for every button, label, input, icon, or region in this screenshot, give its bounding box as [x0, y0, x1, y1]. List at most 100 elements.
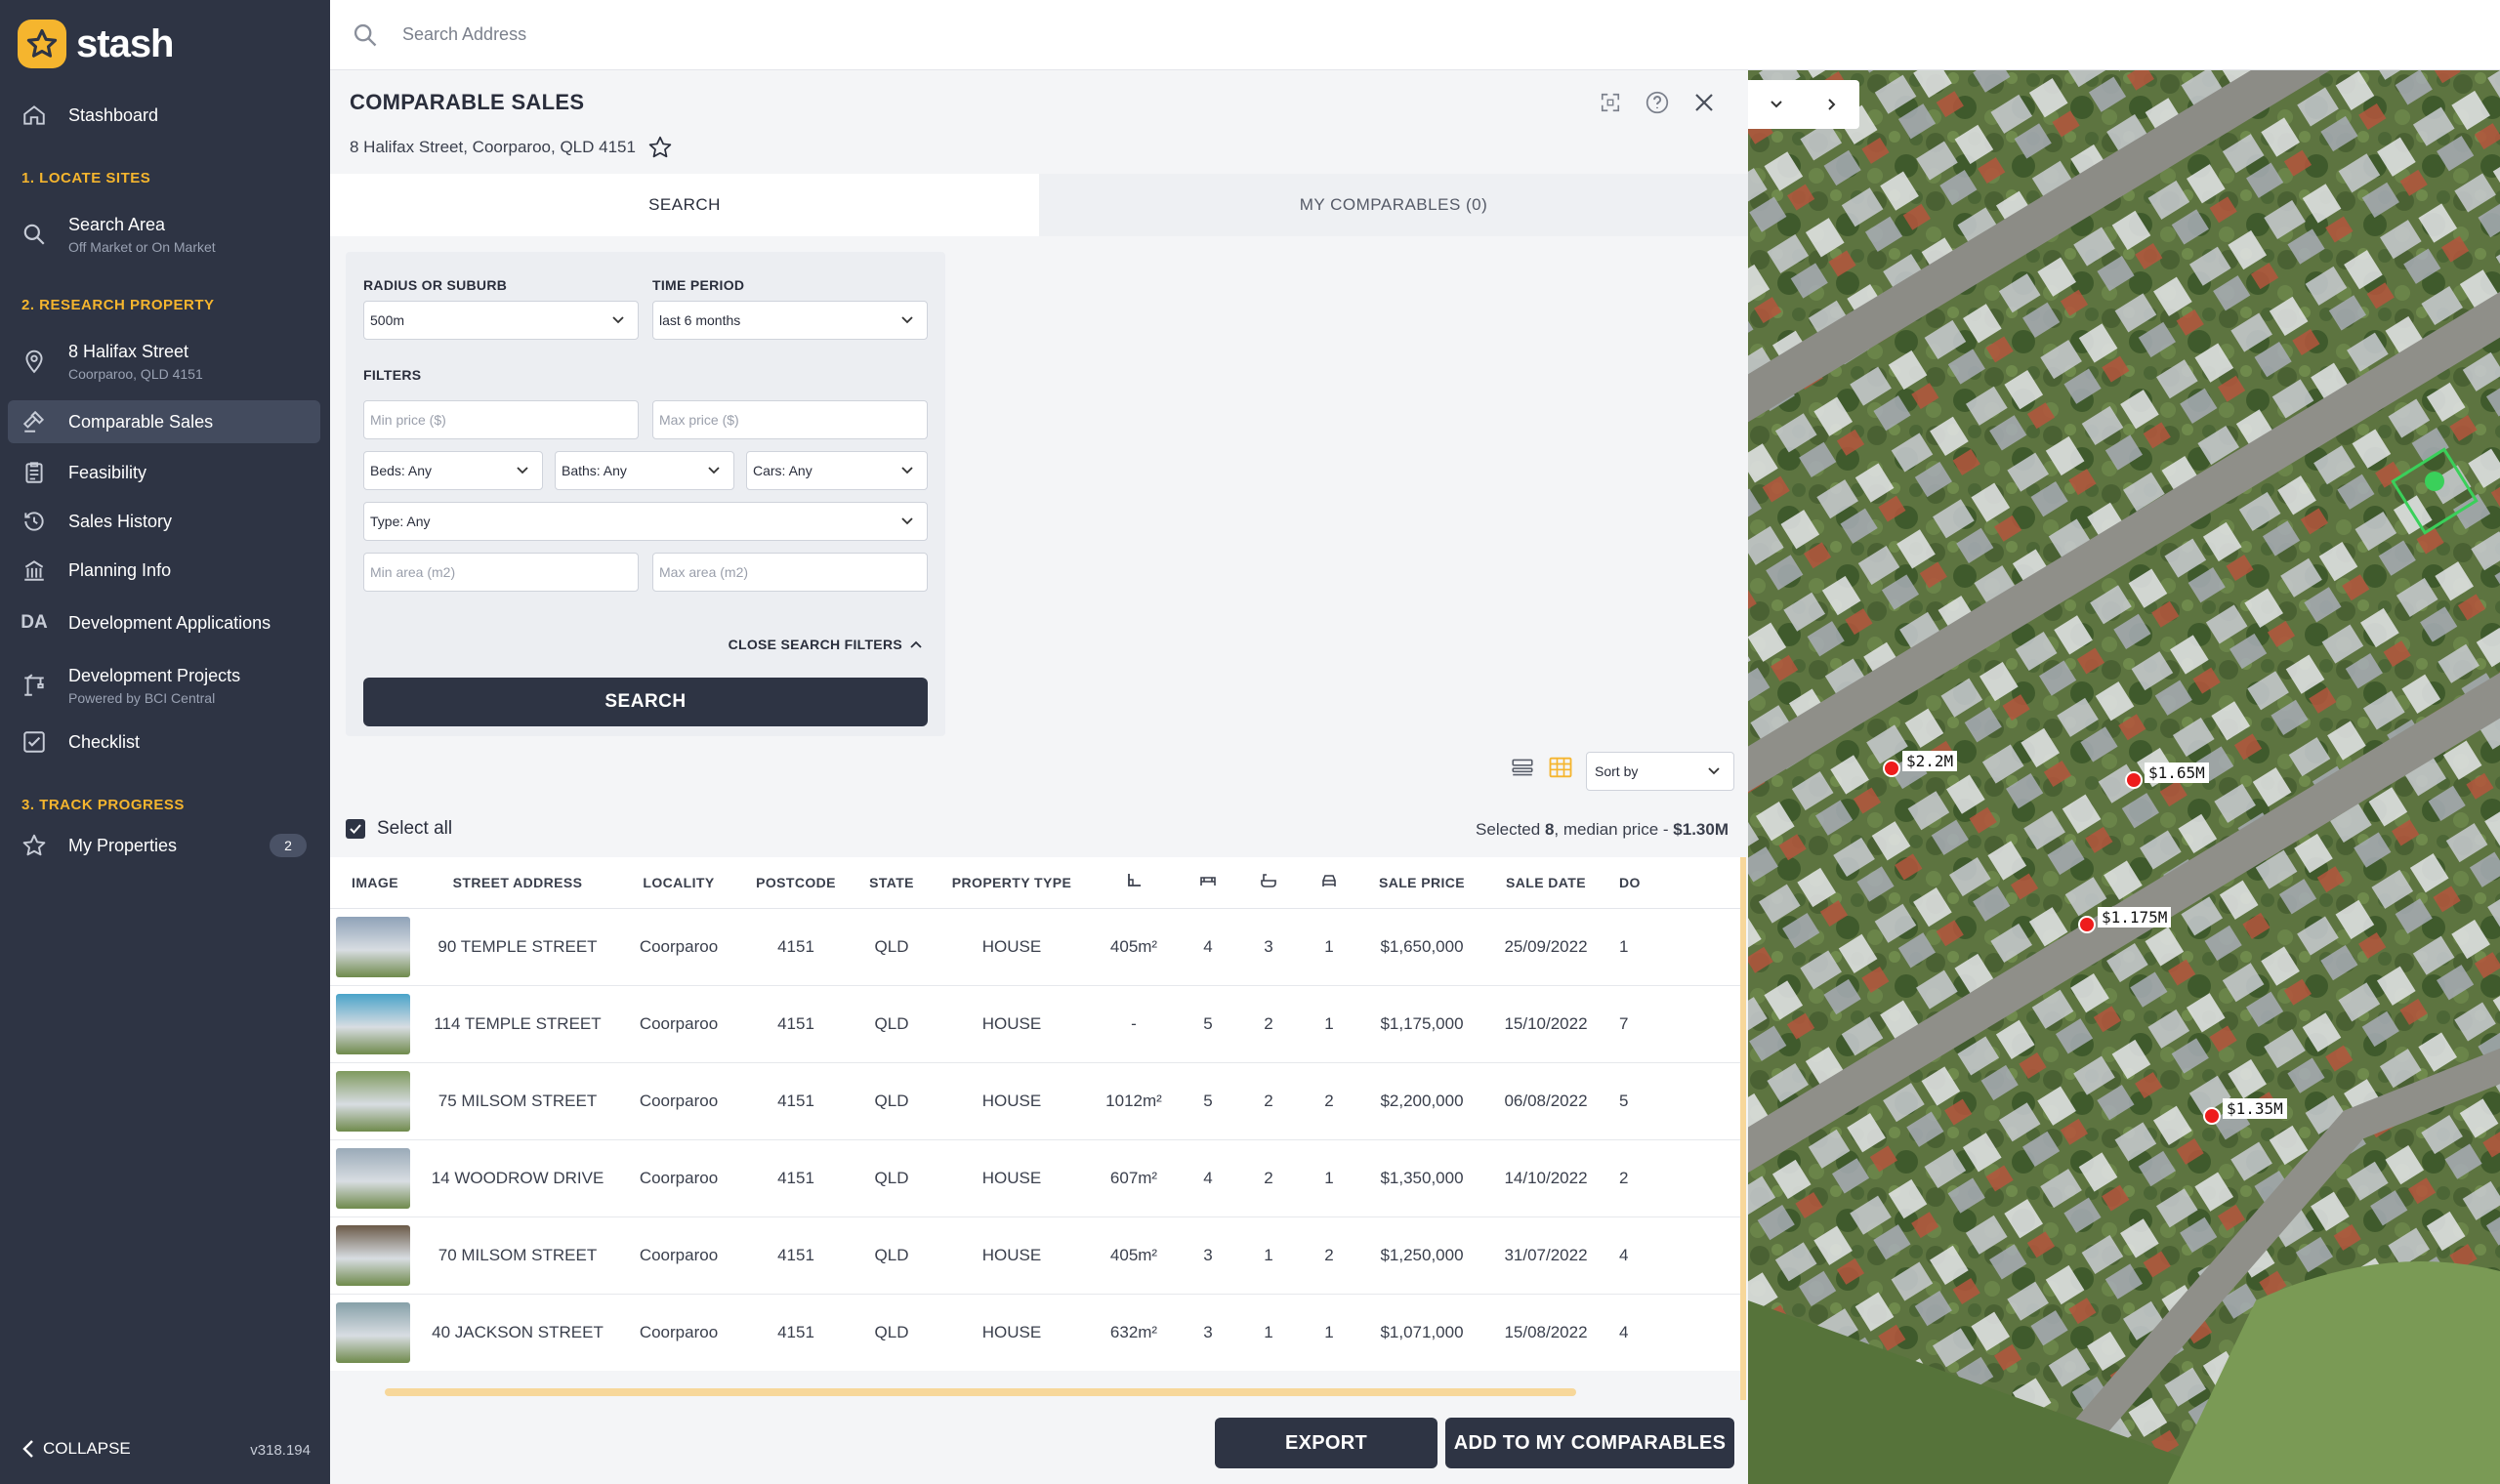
- collapse-button[interactable]: COLLAPSE: [21, 1439, 131, 1459]
- chevron-down-icon: [901, 467, 913, 474]
- search-button[interactable]: SEARCH: [363, 678, 928, 726]
- logo[interactable]: stash: [18, 20, 174, 68]
- cell-state: QLD: [850, 985, 934, 1063]
- col-property-type[interactable]: PROPERTY TYPE: [934, 857, 1090, 909]
- sidebar-item-my-properties[interactable]: My Properties 2: [8, 824, 320, 867]
- sidebar-item-planning-info[interactable]: Planning Info: [8, 549, 320, 592]
- cell-do: 4: [1607, 1294, 1746, 1371]
- horizontal-scrollbar[interactable]: [385, 1388, 1576, 1396]
- col-cars[interactable]: [1299, 857, 1359, 909]
- time-period-value: last 6 months: [659, 312, 741, 328]
- clipboard-icon: [18, 456, 51, 489]
- col-sale-price[interactable]: SALE PRICE: [1359, 857, 1484, 909]
- max-price-input[interactable]: Max price ($): [652, 400, 928, 439]
- tab-search[interactable]: SEARCH: [330, 174, 1039, 236]
- cell-street-address: 40 JACKSON STREET: [420, 1294, 615, 1371]
- property-thumbnail[interactable]: [336, 1224, 410, 1286]
- sidebar-item-development-projects[interactable]: Development Projects Powered by BCI Cent…: [8, 658, 320, 713]
- logo-text: stash: [76, 21, 174, 65]
- col-sale-date[interactable]: SALE DATE: [1484, 857, 1607, 909]
- price-pin[interactable]: $1.65M: [2125, 762, 2209, 789]
- property-thumbnail[interactable]: [336, 1301, 410, 1363]
- chevron-right-icon[interactable]: [1822, 95, 1842, 114]
- median-price: $1.30M: [1673, 820, 1729, 839]
- price-pin[interactable]: $1.175M: [2078, 906, 2172, 933]
- sidebar-item-comparable-sales[interactable]: Comparable Sales: [8, 400, 320, 443]
- col-state[interactable]: STATE: [850, 857, 934, 909]
- sort-by-select[interactable]: Sort by: [1586, 752, 1734, 791]
- property-thumbnail[interactable]: [336, 916, 410, 977]
- cell-locality: Coorparoo: [615, 1139, 742, 1217]
- comparable-sales-panel: COMPARABLE SALES 8 Halifax Street, Coorp…: [330, 70, 1748, 1484]
- col-beds[interactable]: [1178, 857, 1238, 909]
- satellite-map[interactable]: $2.2M $1.65M $1.175M $1.35M: [1748, 70, 2500, 1484]
- pin-marker: [2078, 916, 2096, 933]
- beds-select[interactable]: Beds: Any: [363, 451, 543, 490]
- sidebar-item-stashboard[interactable]: Stashboard: [8, 94, 320, 137]
- vertical-scrollbar[interactable]: [1740, 857, 1746, 1400]
- sidebar-item-development-applications[interactable]: DA Development Applications: [8, 601, 320, 644]
- select-all-checkbox[interactable]: Select all: [346, 818, 452, 840]
- list-view-icon[interactable]: [1510, 755, 1535, 785]
- map-controls: [1748, 80, 1859, 129]
- chevron-down-icon: [612, 316, 624, 324]
- table-row[interactable]: 114 TEMPLE STREET Coorparoo 4151 QLD HOUSE -5…: [330, 985, 1746, 1063]
- help-icon[interactable]: [1643, 88, 1672, 117]
- col-land-area[interactable]: [1090, 857, 1178, 909]
- cell-image: [330, 1216, 420, 1295]
- col-locality[interactable]: LOCALITY: [615, 857, 742, 909]
- expand-icon[interactable]: [1596, 88, 1625, 117]
- table-row[interactable]: 14 WOODROW DRIVE Coorparoo 4151 QLD HOUSE 607…: [330, 1139, 1746, 1217]
- col-baths[interactable]: [1238, 857, 1299, 909]
- property-thumbnail[interactable]: [336, 1147, 410, 1209]
- star-outline-icon[interactable]: [647, 135, 673, 160]
- close-icon[interactable]: [1689, 88, 1719, 117]
- close-search-filters-button[interactable]: CLOSE SEARCH FILTERS: [729, 637, 924, 652]
- price-pin[interactable]: $2.2M: [1883, 750, 1958, 777]
- table-row[interactable]: 40 JACKSON STREET Coorparoo 4151 QLD HOUSE 63…: [330, 1294, 1746, 1371]
- pin-price-label: $1.65M: [2145, 762, 2209, 783]
- col-do[interactable]: DO: [1607, 857, 1746, 909]
- table-view-icon[interactable]: [1547, 754, 1574, 786]
- baths-select[interactable]: Baths: Any: [555, 451, 734, 490]
- collapse-label: COLLAPSE: [43, 1439, 131, 1458]
- sidebar-item-search-area[interactable]: Search Area Off Market or On Market: [8, 207, 320, 262]
- table-row[interactable]: 75 MILSOM STREET Coorparoo 4151 QLD HOUSE 101…: [330, 1062, 1746, 1140]
- min-price-input[interactable]: Min price ($): [363, 400, 639, 439]
- radius-select[interactable]: 500m: [363, 301, 639, 340]
- max-area-input[interactable]: Max area (m2): [652, 553, 928, 592]
- price-pin[interactable]: $1.35M: [2203, 1097, 2287, 1125]
- pin-price-label: $1.35M: [2223, 1097, 2287, 1119]
- time-period-label: TIME PERIOD: [652, 277, 745, 293]
- chevron-down-icon[interactable]: [1767, 95, 1786, 114]
- min-area-input[interactable]: Min area (m2): [363, 553, 639, 592]
- cars-value: Cars: Any: [753, 463, 812, 478]
- chevron-left-icon: [22, 1440, 33, 1458]
- col-postcode[interactable]: POSTCODE: [742, 857, 850, 909]
- sidebar-item-feasibility[interactable]: Feasibility: [8, 451, 320, 494]
- property-thumbnail[interactable]: [336, 1070, 410, 1132]
- sidebar-item-checklist[interactable]: Checklist: [8, 721, 320, 763]
- tab-my-comparables[interactable]: MY COMPARABLES (0): [1039, 174, 1748, 236]
- table-row[interactable]: 70 MILSOM STREET Coorparoo 4151 QLD HOUSE 405…: [330, 1216, 1746, 1295]
- sort-by-value: Sort by: [1595, 763, 1639, 779]
- search-address-input[interactable]: [402, 24, 1184, 45]
- time-period-select[interactable]: last 6 months: [652, 301, 928, 340]
- col-street-address[interactable]: STREET ADDRESS: [420, 857, 615, 909]
- add-to-my-comparables-button[interactable]: ADD TO MY COMPARABLES: [1445, 1418, 1734, 1468]
- cell-property-type: HOUSE: [934, 1139, 1090, 1217]
- sidebar-item-sublabel: Powered by BCI Central: [68, 689, 216, 706]
- type-select[interactable]: Type: Any: [363, 502, 928, 541]
- sidebar-item-sales-history[interactable]: Sales History: [8, 500, 320, 543]
- col-image[interactable]: IMAGE: [330, 857, 420, 909]
- history-icon: [18, 505, 51, 538]
- cars-select[interactable]: Cars: Any: [746, 451, 928, 490]
- cell-sale-price: $1,071,000: [1359, 1294, 1484, 1371]
- cell-property-type: HOUSE: [934, 1216, 1090, 1295]
- sidebar-item-property[interactable]: 8 Halifax Street Coorparoo, QLD 4151: [8, 334, 320, 389]
- cell-sale-date: 25/09/2022: [1484, 908, 1607, 986]
- property-thumbnail[interactable]: [336, 993, 410, 1054]
- table-row[interactable]: 90 TEMPLE STREET Coorparoo 4151 QLD HOUSE 405…: [330, 908, 1746, 986]
- export-button[interactable]: EXPORT: [1215, 1418, 1438, 1468]
- sidebar: stash Stashboard 1. LOCATE SITES Search …: [0, 0, 330, 1484]
